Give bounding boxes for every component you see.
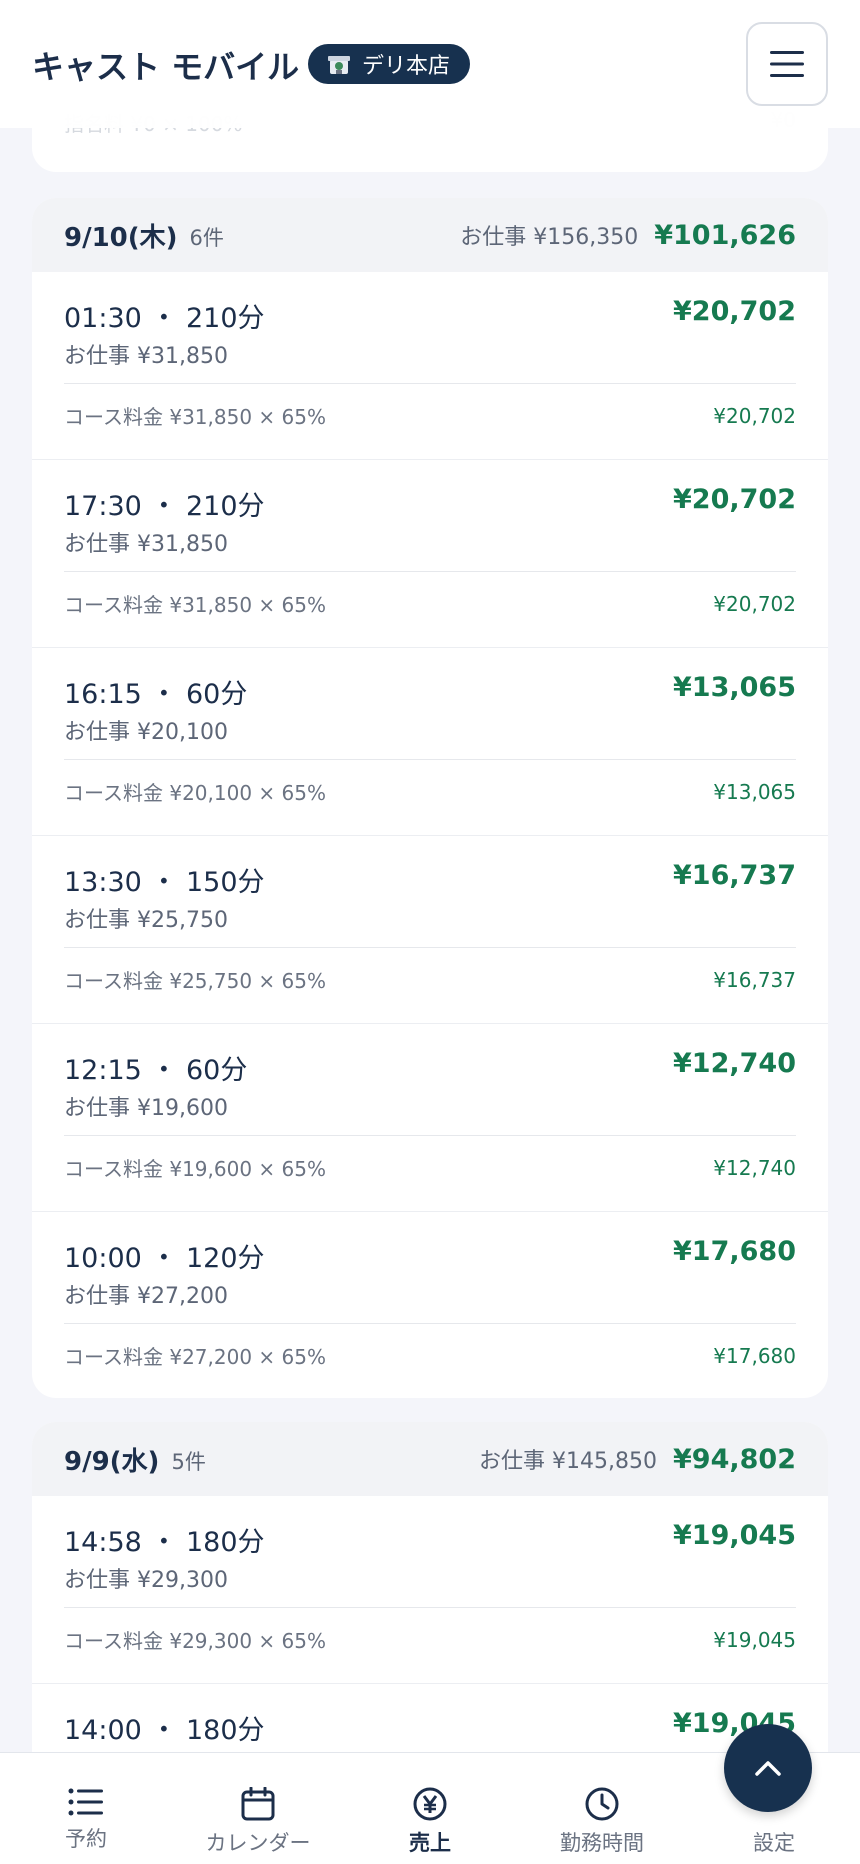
- day-work-total: お仕事 ¥145,850: [479, 1449, 658, 1474]
- nav-label: カレンダー: [205, 1831, 311, 1855]
- app-title: キャスト モバイル: [32, 48, 300, 86]
- menu-button[interactable]: [746, 22, 828, 106]
- clock-icon: [585, 1787, 619, 1821]
- day-date: 9/10(木): [64, 222, 178, 253]
- course-fee-label: コース料金 ¥31,850 × 65%: [64, 405, 326, 429]
- course-fee-amount: ¥20,702: [713, 591, 796, 616]
- job-work-amount: お仕事 ¥27,200: [64, 1284, 228, 1309]
- day-work-total: お仕事 ¥156,350: [460, 225, 639, 250]
- course-fee-label: コース料金 ¥31,850 × 65%: [64, 593, 326, 617]
- course-fee-label: コース料金 ¥25,750 × 65%: [64, 969, 326, 993]
- course-fee-label: コース料金 ¥29,300 × 65%: [64, 1629, 326, 1653]
- job-time: 10:00 ・ 120分: [64, 1243, 265, 1274]
- job-work-amount: お仕事 ¥31,850: [64, 344, 228, 369]
- job-work-amount: お仕事 ¥25,750: [64, 908, 228, 933]
- job-time: 14:00 ・ 180分: [64, 1715, 265, 1746]
- job-work-amount: お仕事 ¥20,100: [64, 720, 228, 745]
- day-count: 5件: [171, 1450, 206, 1474]
- course-fee-amount: ¥17,680: [713, 1343, 796, 1368]
- job-earnings: ¥17,680: [673, 1236, 796, 1267]
- course-fee-label: コース料金 ¥19,600 × 65%: [64, 1157, 326, 1181]
- day-count: 6件: [189, 226, 224, 250]
- divider: [64, 1323, 796, 1324]
- job-earnings: ¥20,702: [673, 296, 796, 327]
- app-header: キャスト モバイル デリ本店: [0, 0, 860, 128]
- divider: [64, 1607, 796, 1608]
- job-row[interactable]: 12:15 ・ 60分 ¥12,740 お仕事 ¥19,600 コース料金 ¥1…: [32, 1024, 828, 1212]
- course-fee-amount: ¥20,702: [713, 403, 796, 428]
- course-fee-amount: ¥12,740: [713, 1155, 796, 1180]
- divider: [64, 383, 796, 384]
- calendar-icon: [241, 1787, 275, 1821]
- day-earnings-total: ¥101,626: [654, 220, 796, 251]
- nav-item-work-hours[interactable]: 勤務時間: [516, 1753, 688, 1864]
- job-earnings: ¥16,737: [673, 860, 796, 891]
- yen-icon: [413, 1787, 447, 1821]
- job-time: 12:15 ・ 60分: [64, 1055, 248, 1086]
- job-row[interactable]: 10:00 ・ 120分 ¥17,680 お仕事 ¥27,200 コース料金 ¥…: [32, 1212, 828, 1398]
- job-time: 16:15 ・ 60分: [64, 679, 248, 710]
- store-badge[interactable]: デリ本店: [308, 44, 471, 84]
- course-fee-label: コース料金 ¥20,100 × 65%: [64, 781, 326, 805]
- divider: [64, 1135, 796, 1136]
- nav-item-reservations[interactable]: 予約: [0, 1753, 172, 1864]
- list-icon: [68, 1788, 103, 1816]
- course-fee-amount: ¥16,737: [713, 967, 796, 992]
- job-row[interactable]: 16:15 ・ 60分 ¥13,065 お仕事 ¥20,100 コース料金 ¥2…: [32, 648, 828, 836]
- store-name: デリ本店: [362, 54, 451, 79]
- day-header[interactable]: 9/10(木) 6件 お仕事 ¥156,350 ¥101,626: [32, 198, 828, 272]
- nav-item-calendar[interactable]: カレンダー: [172, 1753, 344, 1864]
- chevron-up-icon: [755, 1761, 781, 1776]
- job-time: 01:30 ・ 210分: [64, 303, 265, 334]
- job-earnings: ¥13,065: [673, 672, 796, 703]
- nav-item-sales[interactable]: 売上: [344, 1753, 516, 1864]
- job-earnings: ¥20,702: [673, 484, 796, 515]
- job-row[interactable]: 13:30 ・ 150分 ¥16,737 お仕事 ¥25,750 コース料金 ¥…: [32, 836, 828, 1024]
- store-icon: [328, 56, 350, 74]
- nav-label: 売上: [409, 1831, 451, 1855]
- nav-label: 予約: [65, 1827, 107, 1851]
- job-time: 14:58 ・ 180分: [64, 1527, 265, 1558]
- job-row[interactable]: 01:30 ・ 210分 ¥20,702 お仕事 ¥31,850 コース料金 ¥…: [32, 272, 828, 460]
- job-work-amount: お仕事 ¥19,600: [64, 1096, 228, 1121]
- day-card: 9/10(木) 6件 お仕事 ¥156,350 ¥101,626 01:30 ・…: [32, 198, 828, 1398]
- nav-label: 勤務時間: [560, 1831, 644, 1855]
- scroll-to-top-button[interactable]: [724, 1724, 812, 1812]
- job-row[interactable]: 14:58 ・ 180分 ¥19,045 お仕事 ¥29,300 コース料金 ¥…: [32, 1496, 828, 1684]
- job-time: 17:30 ・ 210分: [64, 491, 265, 522]
- day-date: 9/9(水): [64, 1446, 160, 1477]
- job-time: 13:30 ・ 150分: [64, 867, 265, 898]
- hamburger-icon: [770, 51, 804, 77]
- nav-label: 設定: [753, 1831, 795, 1855]
- job-row[interactable]: 17:30 ・ 210分 ¥20,702 お仕事 ¥31,850 コース料金 ¥…: [32, 460, 828, 648]
- job-earnings: ¥12,740: [673, 1048, 796, 1079]
- day-earnings-total: ¥94,802: [673, 1444, 796, 1475]
- day-header[interactable]: 9/9(水) 5件 お仕事 ¥145,850 ¥94,802: [32, 1422, 828, 1496]
- sales-list[interactable]: 指名料 ¥0 × 100% ¥0 9/10(木) 6件 お仕事 ¥156,350…: [0, 0, 860, 1864]
- divider: [64, 759, 796, 760]
- course-fee-amount: ¥19,045: [713, 1627, 796, 1652]
- job-work-amount: お仕事 ¥29,300: [64, 1568, 228, 1593]
- job-work-amount: お仕事 ¥31,850: [64, 532, 228, 557]
- course-fee-label: コース料金 ¥27,200 × 65%: [64, 1345, 326, 1369]
- divider: [64, 947, 796, 948]
- job-earnings: ¥19,045: [673, 1520, 796, 1551]
- course-fee-amount: ¥13,065: [713, 779, 796, 804]
- divider: [64, 571, 796, 572]
